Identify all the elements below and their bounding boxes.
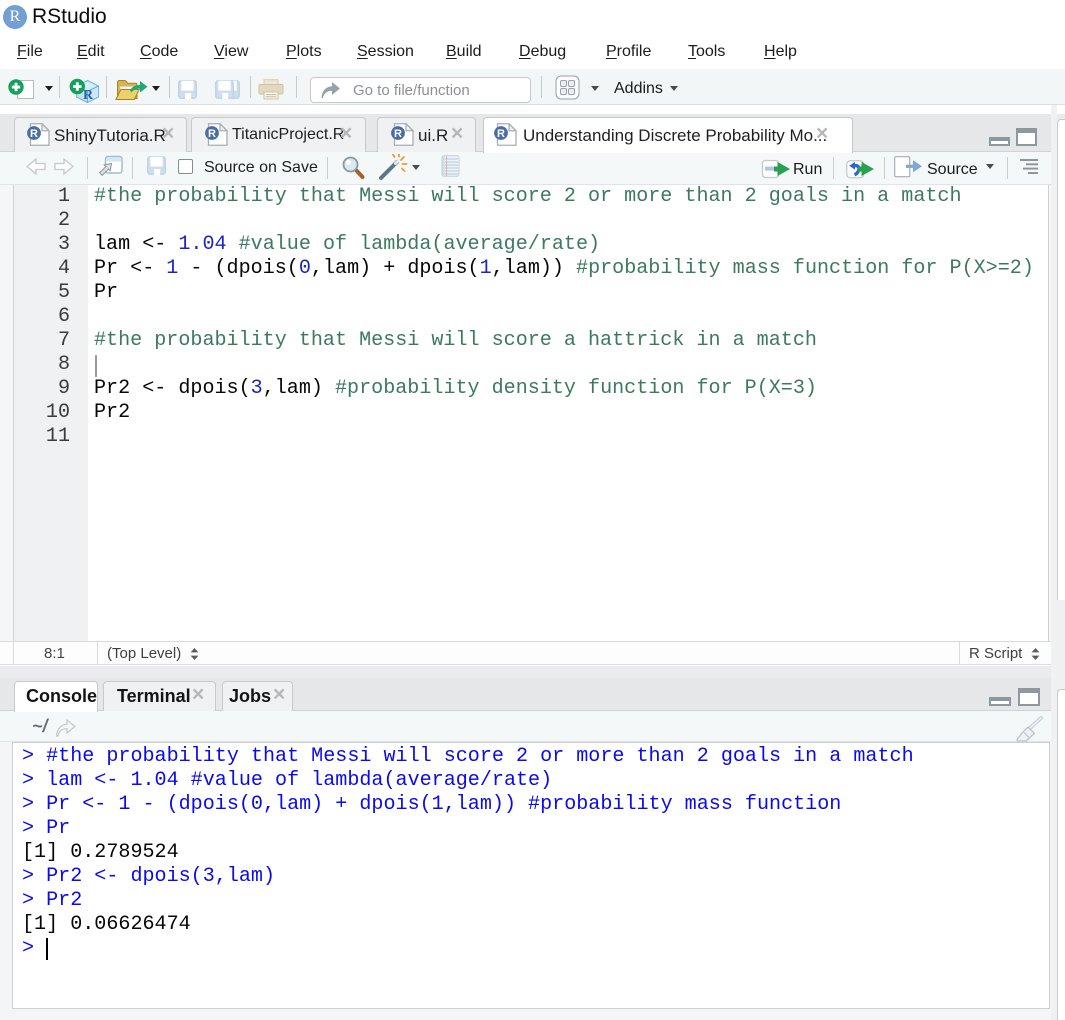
svg-text:R: R [394,128,402,140]
svg-text:R: R [208,128,216,140]
svg-text:R: R [497,128,505,140]
svg-text:R: R [83,88,94,103]
svg-text:R: R [30,128,38,140]
